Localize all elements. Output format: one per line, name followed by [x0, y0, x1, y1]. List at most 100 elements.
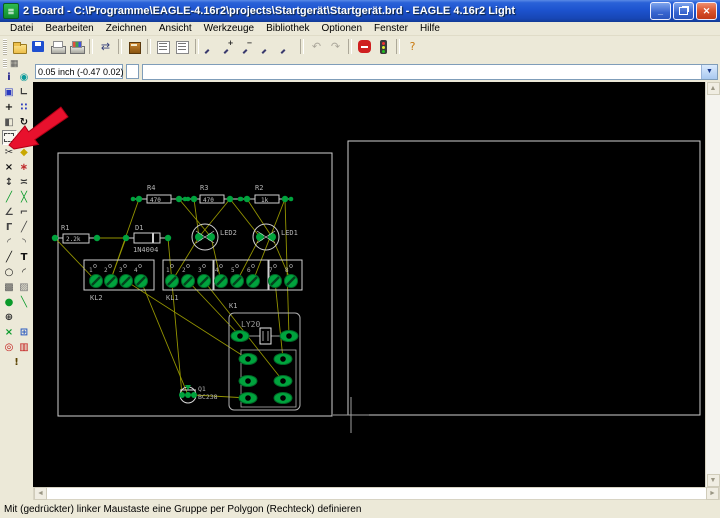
mirror-tool[interactable]: ◧	[2, 115, 17, 130]
component-r4[interactable]: R4 470	[130, 184, 188, 204]
command-line-combo[interactable]: ▼	[142, 63, 718, 80]
toolbar-drag-handle[interactable]	[3, 58, 7, 68]
component-kl2[interactable]: 1 2 3 4 KL2	[83, 259, 155, 302]
paste-tool[interactable]: ◆	[17, 145, 32, 160]
component-k1[interactable]: K1 LY20	[228, 302, 301, 411]
cut-tool[interactable]: ✂	[2, 145, 17, 160]
menu-hilfe[interactable]: Hilfe	[414, 23, 446, 34]
info-tool[interactable]: i	[2, 70, 17, 85]
zoom-redraw-icon[interactable]	[259, 38, 278, 55]
bend2-tool[interactable]: ╱	[17, 220, 32, 235]
polygon-tool[interactable]: ▨	[17, 280, 32, 295]
spacer[interactable]	[17, 310, 32, 325]
stretch-tool[interactable]: ↕	[2, 175, 17, 190]
horizontal-scrollbar[interactable]: ◄ ►	[33, 487, 720, 500]
close-button[interactable]: ✕	[696, 2, 717, 20]
mark-tool[interactable]: ∟	[17, 85, 32, 100]
display-tool[interactable]: ▣	[2, 85, 17, 100]
component-led2[interactable]: LED2	[191, 223, 237, 251]
errmark-tool[interactable]: !	[9, 355, 24, 370]
wire-tool[interactable]: ╱	[2, 250, 17, 265]
svg-text:8: 8	[285, 267, 289, 274]
change-tool[interactable]	[17, 130, 32, 145]
menu-werkzeuge[interactable]: Werkzeuge	[198, 23, 260, 34]
kl1-screws	[165, 274, 298, 288]
scroll-up-icon[interactable]: ▲	[706, 82, 720, 95]
menu-bibliothek[interactable]: Bibliothek	[260, 23, 315, 34]
component-kl1[interactable]: 1 2 3 4 5 6 7 8 KL1	[162, 259, 303, 302]
zoom-in-icon[interactable]: +	[221, 38, 240, 55]
main-toolbar: ⇄ + − ↶ ↷?	[0, 36, 720, 57]
rect-tool[interactable]: ▩	[2, 280, 17, 295]
drc-tool[interactable]: ◎	[2, 340, 17, 355]
circle-tool[interactable]: ○	[2, 265, 17, 280]
ripup-tool[interactable]: ╳	[17, 190, 32, 205]
menu-optionen[interactable]: Optionen	[315, 23, 368, 34]
ratsnest-tool[interactable]: ×	[2, 325, 17, 340]
group-tool[interactable]	[1, 130, 17, 145]
menu-bearbeiten[interactable]: Bearbeiten	[39, 23, 99, 34]
component-r2[interactable]: R2 1k	[238, 184, 294, 204]
errors-tool[interactable]: ▥	[17, 340, 32, 355]
split-tool[interactable]: ∠	[2, 205, 17, 220]
library-icon[interactable]	[125, 38, 144, 55]
open-icon[interactable]	[10, 38, 29, 55]
signal-tool[interactable]: ╲	[17, 295, 32, 310]
scroll-left-icon[interactable]: ◄	[34, 487, 47, 500]
auto-tool[interactable]: ⊞	[17, 325, 32, 340]
board-frame-right[interactable]	[347, 140, 701, 416]
traffic-light-icon[interactable]	[374, 38, 393, 55]
stop-icon[interactable]	[355, 38, 374, 55]
rotate-tool[interactable]: ↻	[17, 115, 32, 130]
route-tool[interactable]: ╱	[2, 190, 17, 205]
replace-tool[interactable]: ∗	[17, 160, 32, 175]
toolbar-drag-handle[interactable]	[3, 38, 7, 55]
component-r1[interactable]: R1 2.2k	[51, 224, 101, 244]
status-text: Mit (gedrückter) linker Maustaste eine G…	[4, 503, 362, 515]
delete-tool[interactable]: ×	[2, 160, 17, 175]
layer-mini-box[interactable]	[126, 64, 139, 79]
help-icon[interactable]: ?	[403, 38, 422, 55]
menu-fenster[interactable]: Fenster	[368, 23, 414, 34]
miter-tool[interactable]: ⌐	[17, 205, 32, 220]
component-d1[interactable]: D1 1N4004	[122, 224, 172, 254]
curve2-tool[interactable]: ◝	[17, 235, 32, 250]
menu-datei[interactable]: Datei	[4, 23, 39, 34]
undo-icon[interactable]: ↶	[307, 38, 326, 55]
script-icon[interactable]	[154, 38, 173, 55]
cam-processor-icon[interactable]	[67, 38, 86, 55]
optimize-tool[interactable]: ≍	[17, 175, 32, 190]
board-canvas[interactable]: R4 470 R3 470 R2 1k LED2 LED1 R1 2.2k D1…	[33, 82, 705, 487]
zoom-select-icon[interactable]	[278, 38, 297, 55]
scroll-right-icon[interactable]: ►	[706, 487, 719, 500]
component-led1[interactable]: LED1	[252, 223, 298, 251]
print-icon[interactable]	[48, 38, 67, 55]
text-tool[interactable]: T	[17, 250, 32, 265]
curve-tool[interactable]: ◜	[2, 235, 17, 250]
save-icon[interactable]	[29, 38, 48, 55]
menu-ansicht[interactable]: Ansicht	[153, 23, 198, 34]
grid-icon[interactable]: ▦	[10, 58, 19, 68]
redo-icon[interactable]: ↷	[326, 38, 345, 55]
component-q1[interactable]: Q1 BC238	[179, 385, 218, 404]
restore-button[interactable]	[673, 2, 694, 20]
hole-tool[interactable]: ⊕	[2, 310, 17, 325]
run-script-icon[interactable]	[173, 38, 192, 55]
zoom-out-icon[interactable]: −	[240, 38, 259, 55]
menu-zeichnen[interactable]: Zeichnen	[100, 23, 153, 34]
via-tool[interactable]: ●	[2, 295, 17, 310]
arc-tool[interactable]: ◜	[17, 265, 32, 280]
component-r3[interactable]: R3 470	[185, 184, 243, 204]
eagle-window: ≣ 2 Board - C:\Programme\EAGLE-4.16r2\pr…	[0, 0, 720, 518]
chevron-down-icon[interactable]: ▼	[701, 64, 717, 79]
toolbar-separator	[89, 39, 93, 54]
copy-tool[interactable]: ∷	[17, 100, 32, 115]
vertical-scrollbar[interactable]: ▲ ▼	[705, 82, 720, 487]
switch-editor-icon[interactable]: ⇄	[96, 38, 115, 55]
minimize-button[interactable]: _	[650, 2, 671, 20]
move-tool[interactable]: +	[2, 100, 17, 115]
show-tool[interactable]: ◉	[17, 70, 32, 85]
zoom-fit-icon[interactable]	[202, 38, 221, 55]
scroll-down-icon[interactable]: ▼	[706, 474, 720, 487]
bend-tool[interactable]: Γ	[2, 220, 17, 235]
